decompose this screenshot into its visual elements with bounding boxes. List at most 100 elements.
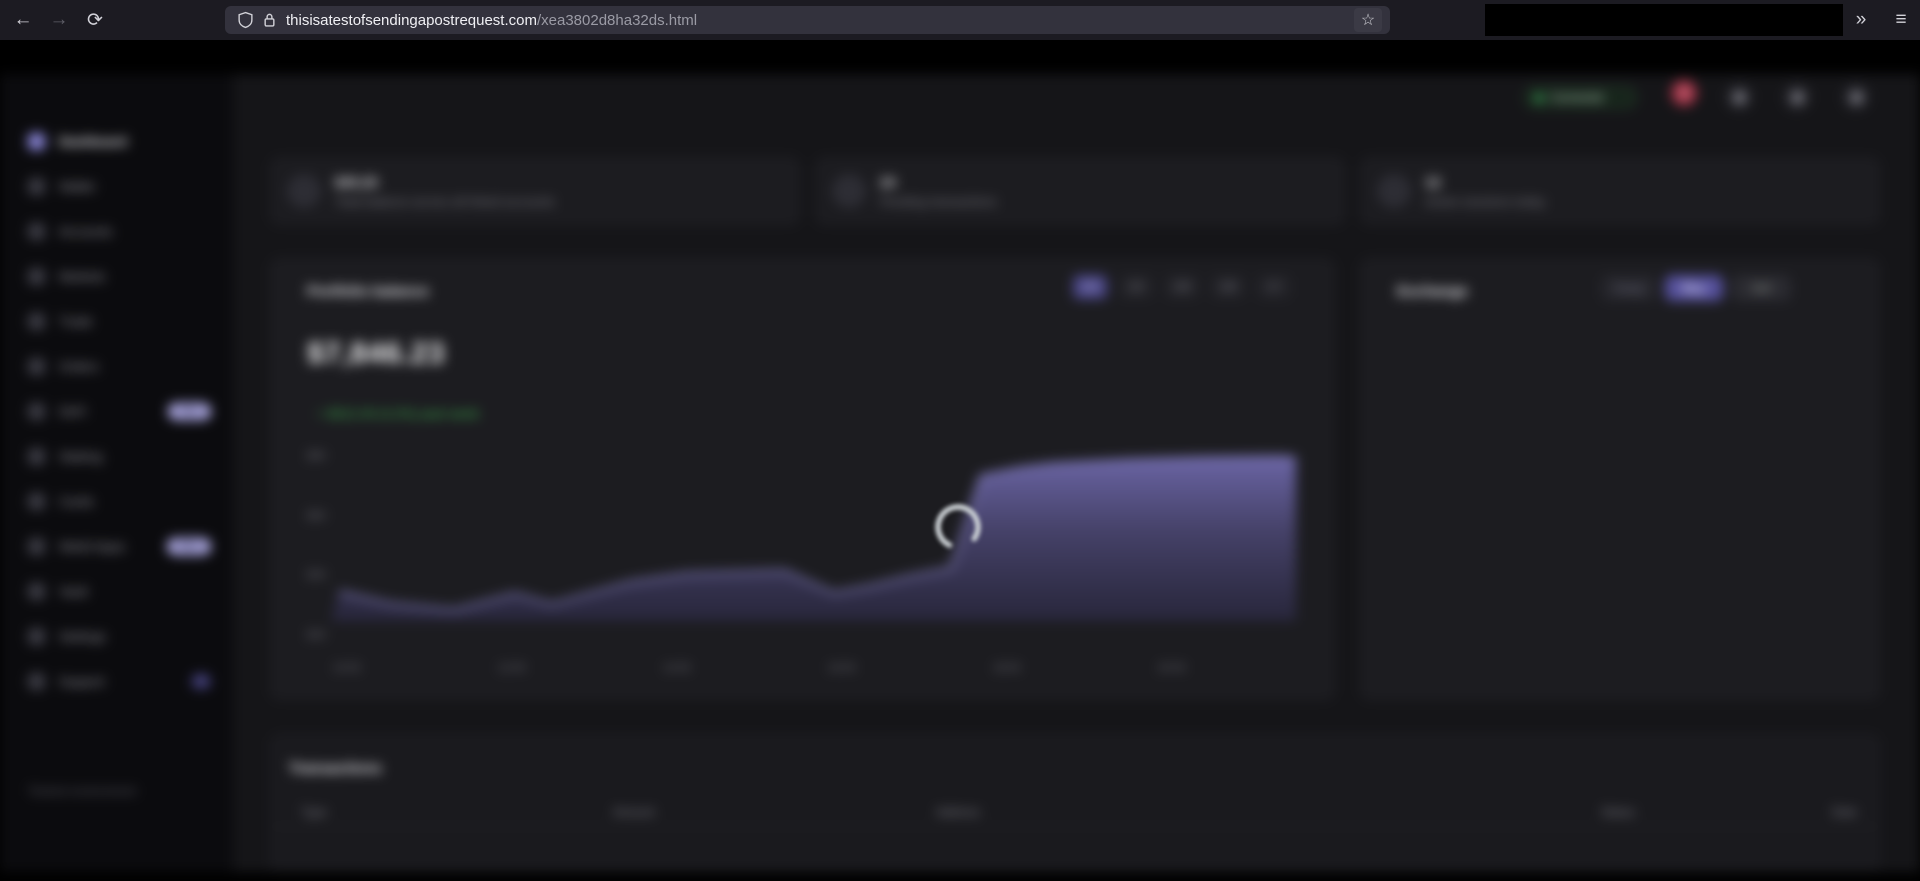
- stat-card-balance[interactable]: $45.20 Total balance across all linked a…: [270, 157, 800, 225]
- stat-subtitle: Total balance across all linked accounts: [335, 195, 555, 209]
- y-axis-label: $2K: [307, 629, 327, 641]
- range-button-1w[interactable]: 1W: [1165, 275, 1199, 299]
- sidebar-item-staking[interactable]: Staking: [0, 434, 233, 479]
- column-header-amount[interactable]: Amount: [613, 805, 654, 819]
- sidebar-item-vault[interactable]: Vault: [0, 569, 233, 614]
- column-header-date[interactable]: Date: [1832, 805, 1857, 819]
- x-axis-label: 14:00: [663, 662, 691, 674]
- balance-icon: [287, 174, 321, 208]
- range-button-1y[interactable]: 1Y: [1257, 275, 1291, 299]
- sidebar-item-accounts[interactable]: Accounts: [0, 209, 233, 254]
- sidebar-item-trade[interactable]: Trade: [0, 299, 233, 344]
- sidebar-item-label: Wallet: [59, 179, 95, 194]
- overflow-chevrons-icon[interactable]: »: [1844, 0, 1878, 40]
- page-viewport: Dashboard Wallet AccountsMarkets Trade Order…: [0, 40, 1920, 881]
- sidebar-item-label: Web3 Apps: [59, 539, 125, 554]
- page-top-strip: [0, 40, 1920, 74]
- sidebar-badge: New: [168, 403, 211, 420]
- url-bar[interactable]: thisisatestofsendingapostrequest.com/xea…: [225, 6, 1390, 34]
- url-text[interactable]: thisisatestofsendingapostrequest.com/xea…: [286, 12, 1354, 29]
- sidebar-item-label: Staking: [59, 449, 102, 464]
- bookmark-star-icon[interactable]: ☆: [1354, 8, 1382, 32]
- table-header-row: Type Amount Address Status Date: [271, 799, 1879, 827]
- markets-icon: [28, 268, 45, 285]
- profile-icon: [1851, 92, 1862, 103]
- dashboard-icon: [28, 133, 45, 150]
- swap-button[interactable]: Swap: [1601, 275, 1657, 301]
- sidebar-item-label: Vault: [59, 584, 88, 599]
- status-dot-icon: [1535, 94, 1543, 102]
- x-axis-label: 12:00: [498, 662, 526, 674]
- sidebar-item-label: DeFi: [59, 404, 86, 419]
- sidebar: Dashboard Wallet AccountsMarkets Trade Order…: [0, 74, 233, 872]
- orders-icon: [28, 358, 45, 375]
- lock-icon: [263, 12, 276, 28]
- sidebar-item-defi[interactable]: DeFi New: [0, 389, 233, 434]
- y-axis-label: $8K: [307, 450, 327, 462]
- column-header-status[interactable]: Status: [1601, 805, 1635, 819]
- redacted-toolbar-area: [1485, 4, 1843, 36]
- connection-status-pill[interactable]: Connected: [1524, 86, 1637, 109]
- y-axis-label: $6K: [307, 510, 327, 522]
- sidebar-item-support[interactable]: Support2: [0, 659, 233, 704]
- stat-subtitle: Pending transactions: [880, 195, 997, 209]
- sidebar-item-orders[interactable]: Orders: [0, 344, 233, 389]
- sidebar-item-wallet[interactable]: Wallet: [0, 164, 233, 209]
- column-header-address[interactable]: Address: [936, 805, 980, 819]
- sidebar-item-label: Trade: [59, 314, 92, 329]
- sell-button[interactable]: Sell: [1731, 275, 1791, 301]
- sidebar-item-dashboard[interactable]: Dashboard: [0, 119, 233, 164]
- sidebar-nav: Dashboard Wallet AccountsMarkets Trade Order…: [0, 74, 233, 704]
- range-button-1m[interactable]: 1M: [1211, 275, 1245, 299]
- url-path: /xea3802d8ha32ds.html: [537, 12, 697, 29]
- sidebar-item-markets[interactable]: Markets: [0, 254, 233, 299]
- sidebar-item-label: Settings: [59, 629, 106, 644]
- stat-card-pending[interactable]: 24 Pending transactions: [815, 157, 1345, 225]
- url-domain: thisisatestofsendingapostrequest.com: [286, 12, 537, 29]
- staking-icon: [28, 448, 45, 465]
- sidebar-item-cards[interactable]: Cards: [0, 479, 233, 524]
- defi-icon: [28, 403, 45, 420]
- stat-subtitle: Active sessions today: [1425, 195, 1545, 209]
- portfolio-change: + $312.40 (4.2%) past week: [317, 406, 479, 421]
- area-chart: [331, 446, 1296, 621]
- sidebar-item-settings[interactable]: Settings: [0, 614, 233, 659]
- sidebar-item-web3-apps[interactable]: Web3 AppsBeta: [0, 524, 233, 569]
- range-button-1h[interactable]: 1H: [1073, 275, 1107, 299]
- sidebar-item-label: Dashboard: [59, 134, 127, 149]
- reload-icon[interactable]: ⟳: [78, 0, 112, 40]
- notification-badge[interactable]: 3: [1671, 80, 1697, 106]
- stat-title: 12: [1425, 174, 1545, 190]
- back-icon[interactable]: ←: [6, 0, 40, 40]
- x-axis-label: 20:00: [1158, 662, 1186, 674]
- stat-card-sessions[interactable]: 12 Active sessions today: [1360, 157, 1880, 225]
- profile-button[interactable]: [1842, 83, 1870, 111]
- exchange-card: Exchange Swap Buy Sell: [1360, 258, 1880, 700]
- portfolio-value: $7,846.23: [307, 337, 445, 371]
- sidebar-item-label: Cards: [59, 494, 94, 509]
- hamburger-menu-icon[interactable]: ≡: [1884, 0, 1918, 40]
- status-label: Connected: [1550, 92, 1603, 104]
- trade-icon: [28, 313, 45, 330]
- page-bottom-strip: [0, 872, 1920, 881]
- column-header-type[interactable]: Type: [301, 805, 327, 819]
- stat-title: $45.20: [335, 174, 555, 190]
- forward-icon[interactable]: →: [42, 0, 76, 40]
- x-axis-label: 16:00: [828, 662, 856, 674]
- cards-icon: [28, 493, 45, 510]
- loading-spinner-icon: [933, 502, 983, 552]
- exchange-buttons: Swap Buy Sell: [1601, 275, 1791, 301]
- web3-apps-icon: [28, 538, 45, 555]
- pending-icon: [832, 174, 866, 208]
- transactions-title: Transactions: [289, 760, 382, 777]
- sidebar-item-label: Support: [59, 674, 105, 689]
- apps-button[interactable]: [1783, 83, 1811, 111]
- range-button-1d[interactable]: 1D: [1119, 275, 1153, 299]
- notifications-button[interactable]: [1725, 83, 1753, 111]
- portfolio-chart-card: Portfolio balance 1H1D1W1M1Y $7,846.23 +…: [270, 258, 1335, 700]
- shield-icon[interactable]: [237, 11, 254, 29]
- accounts-icon: [28, 223, 45, 240]
- exchange-card-title: Exchange: [1397, 283, 1468, 300]
- buy-button[interactable]: Buy: [1665, 275, 1723, 301]
- sessions-icon: [1377, 174, 1411, 208]
